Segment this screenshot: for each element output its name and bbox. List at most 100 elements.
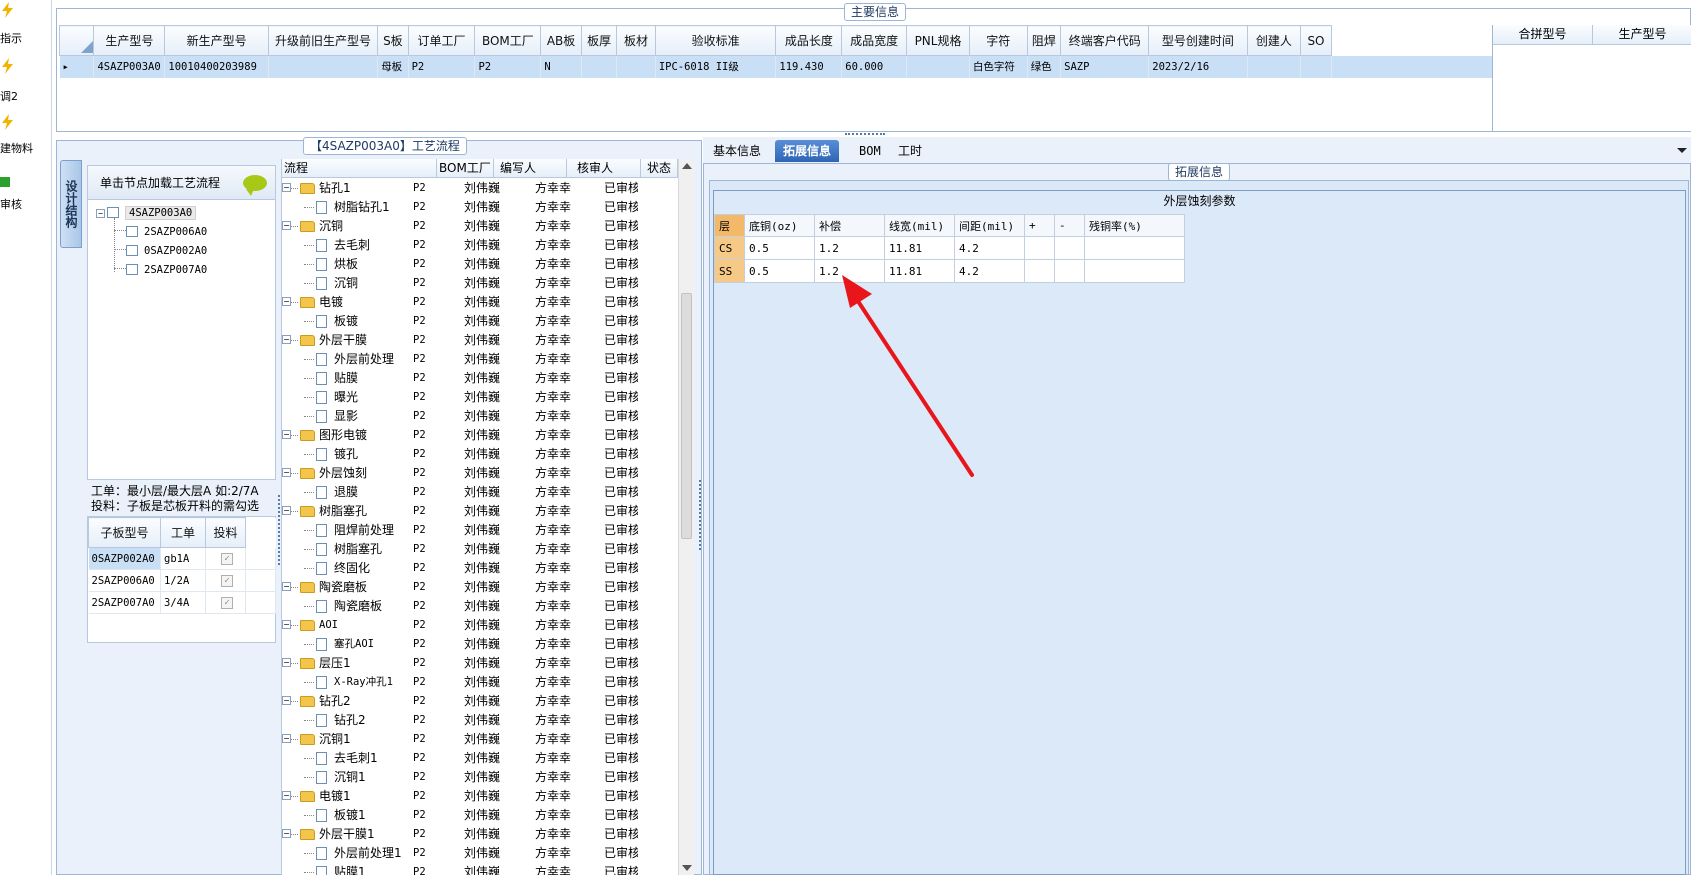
tab-work-hours[interactable]: 工时 [890,140,930,162]
process-row[interactable]: − 电镀 P2 刘伟巍 方幸幸 已审核 [282,293,678,312]
process-row[interactable]: − 钻孔2 P2 刘伟巍 方幸幸 已审核 [282,692,678,711]
layer-cell[interactable]: CS [714,236,745,260]
table-cell[interactable] [1084,259,1185,283]
table-cell[interactable]: gb1A [160,547,206,570]
col-header[interactable]: 状态 [641,159,678,178]
table-cell[interactable] [1084,236,1185,260]
tab-bom[interactable]: BOM [851,140,889,162]
table-row[interactable]: CS 0.5 1.2 11.81 4.2 [714,236,1185,260]
table-cell[interactable]: 2023/2/16 [1148,55,1248,78]
table-cell[interactable]: N [540,55,582,78]
flow-scrollbar[interactable] [678,159,694,875]
process-row[interactable]: − 电镀1 P2 刘伟巍 方幸幸 已审核 [282,787,678,806]
nav-item-review[interactable]: 审核 [0,172,50,212]
col-header[interactable]: 底铜(oz) [744,214,815,237]
col-header[interactable]: 残铜率(%) [1084,214,1185,237]
col-header[interactable]: 间距(mil) [954,214,1025,237]
table-cell[interactable]: 4.2 [954,236,1025,260]
scroll-down-icon[interactable] [682,865,692,871]
process-row[interactable]: 板镀 P2 刘伟巍 方幸幸 已审核 [282,312,678,331]
col-header[interactable]: BOM工厂 [474,25,542,56]
nav-item-instructions[interactable]: 指示 [0,0,50,45]
table-cell[interactable]: SAZP [1060,55,1150,78]
col-header[interactable]: 板厚 [580,25,618,56]
collapse-icon[interactable]: − [282,468,291,477]
process-row[interactable]: 陶瓷磨板 P2 刘伟巍 方幸幸 已审核 [282,597,678,616]
collapse-icon[interactable]: − [96,209,105,218]
collapse-icon[interactable]: − [282,734,291,743]
process-row[interactable]: 退膜 P2 刘伟巍 方幸幸 已审核 [282,483,678,502]
tree-node-root[interactable]: − 4SAZP003A0 [96,204,197,222]
process-row[interactable]: − 外层干膜1 P2 刘伟巍 方幸幸 已审核 [282,825,678,844]
table-cell[interactable]: 0SAZP002A0 [88,547,161,570]
collapse-icon[interactable]: − [282,183,291,192]
col-header[interactable]: 补偿 [814,214,885,237]
collapse-icon[interactable]: − [282,829,291,838]
process-row[interactable]: − 钻孔1 P2 刘伟巍 方幸幸 已审核 [282,179,678,198]
process-row[interactable]: 板镀1 P2 刘伟巍 方幸幸 已审核 [282,806,678,825]
table-cell[interactable]: 4SAZP003A0 [93,55,166,78]
col-header[interactable]: - [1054,214,1085,237]
table-row[interactable]: 2SAZP006A0 1/2A ✓ [88,569,276,592]
process-row[interactable]: 沉铜 P2 刘伟巍 方幸幸 已审核 [282,274,678,293]
process-row[interactable]: X-Ray冲孔1 P2 刘伟巍 方幸幸 已审核 [282,673,678,692]
table-row[interactable]: 0SAZP002A0 gb1A ✓ [88,547,276,570]
col-header[interactable]: 成品宽度 [841,25,908,56]
tree-node-child[interactable]: 2SAZP007A0 [114,261,207,279]
process-row[interactable]: 外层前处理 P2 刘伟巍 方幸幸 已审核 [282,350,678,369]
scroll-thumb[interactable] [681,293,692,539]
process-row[interactable]: 显影 P2 刘伟巍 方幸幸 已审核 [282,407,678,426]
col-header[interactable]: 型号创建时间 [1148,25,1248,56]
process-row[interactable]: − 沉铜 P2 刘伟巍 方幸幸 已审核 [282,217,678,236]
process-row[interactable]: 钻孔2 P2 刘伟巍 方幸幸 已审核 [282,711,678,730]
col-header[interactable]: 投料 [205,517,246,548]
table-cell[interactable]: 2SAZP006A0 [88,569,161,592]
collapse-icon[interactable]: − [282,582,291,591]
collapse-icon[interactable]: − [282,791,291,800]
collapse-icon[interactable]: − [282,696,291,705]
dropdown-arrow-icon[interactable] [1677,148,1687,153]
col-header[interactable]: 终端客户代码 [1060,25,1150,56]
table-cell[interactable] [1054,236,1085,260]
process-row[interactable]: − AOI P2 刘伟巍 方幸幸 已审核 [282,616,678,635]
process-row[interactable]: − 陶瓷磨板 P2 刘伟巍 方幸幸 已审核 [282,578,678,597]
process-row[interactable]: − 外层蚀刻 P2 刘伟巍 方幸幸 已审核 [282,464,678,483]
process-row[interactable]: 贴膜1 P2 刘伟巍 方幸幸 已审核 [282,863,678,875]
table-cell[interactable]: P2 [474,55,542,78]
process-row[interactable]: − 图形电镀 P2 刘伟巍 方幸幸 已审核 [282,426,678,445]
collapse-icon[interactable]: − [282,658,291,667]
tab-extended-info[interactable]: 拓展信息 [775,140,840,162]
feed-checkbox[interactable]: ✓ [205,547,246,570]
table-cell[interactable] [1024,236,1055,260]
design-structure-tab[interactable]: 设计结构 [60,160,82,248]
collapse-icon[interactable]: − [282,297,291,306]
process-row[interactable]: 外层前处理1 P2 刘伟巍 方幸幸 已审核 [282,844,678,863]
feed-checkbox[interactable]: ✓ [205,591,246,614]
process-row[interactable]: 树脂钻孔1 P2 刘伟巍 方幸幸 已审核 [282,198,678,217]
table-cell[interactable]: 60.000 [841,55,908,78]
process-row[interactable]: 树脂塞孔 P2 刘伟巍 方幸幸 已审核 [282,540,678,559]
col-header[interactable]: 线宽(mil) [884,214,955,237]
tree-node-child[interactable]: 0SAZP002A0 [114,242,207,260]
process-row[interactable]: 贴膜 P2 刘伟巍 方幸幸 已审核 [282,369,678,388]
table-cell[interactable]: 白色字符 [969,55,1028,78]
col-header[interactable]: 成品长度 [775,25,843,56]
col-header[interactable]: 阻焊 [1026,25,1062,56]
col-header[interactable]: 子板型号 [88,517,161,548]
table-cell[interactable] [1247,55,1302,78]
col-header[interactable]: SO [1300,25,1332,56]
process-row[interactable]: 阻焊前处理 P2 刘伟巍 方幸幸 已审核 [282,521,678,540]
process-row[interactable]: 去毛刺 P2 刘伟巍 方幸幸 已审核 [282,236,678,255]
col-header[interactable]: 字符 [968,25,1028,56]
table-cell[interactable]: 母板 [377,55,409,78]
process-row[interactable]: − 层压1 P2 刘伟巍 方幸幸 已审核 [282,654,678,673]
table-cell[interactable]: 绿色 [1027,55,1062,78]
nav-item-material[interactable]: 建物料 [0,112,50,156]
table-cell[interactable] [616,55,656,78]
col-header[interactable]: PNL规格 [906,25,970,56]
process-row[interactable]: 曝光 P2 刘伟巍 方幸幸 已审核 [282,388,678,407]
table-row[interactable]: 2SAZP007A0 3/4A ✓ [88,591,276,614]
table-cell[interactable]: 11.81 [884,236,955,260]
table-cell[interactable]: 10010400203989 [164,55,269,78]
col-header[interactable]: 生产型号 [1593,25,1691,44]
